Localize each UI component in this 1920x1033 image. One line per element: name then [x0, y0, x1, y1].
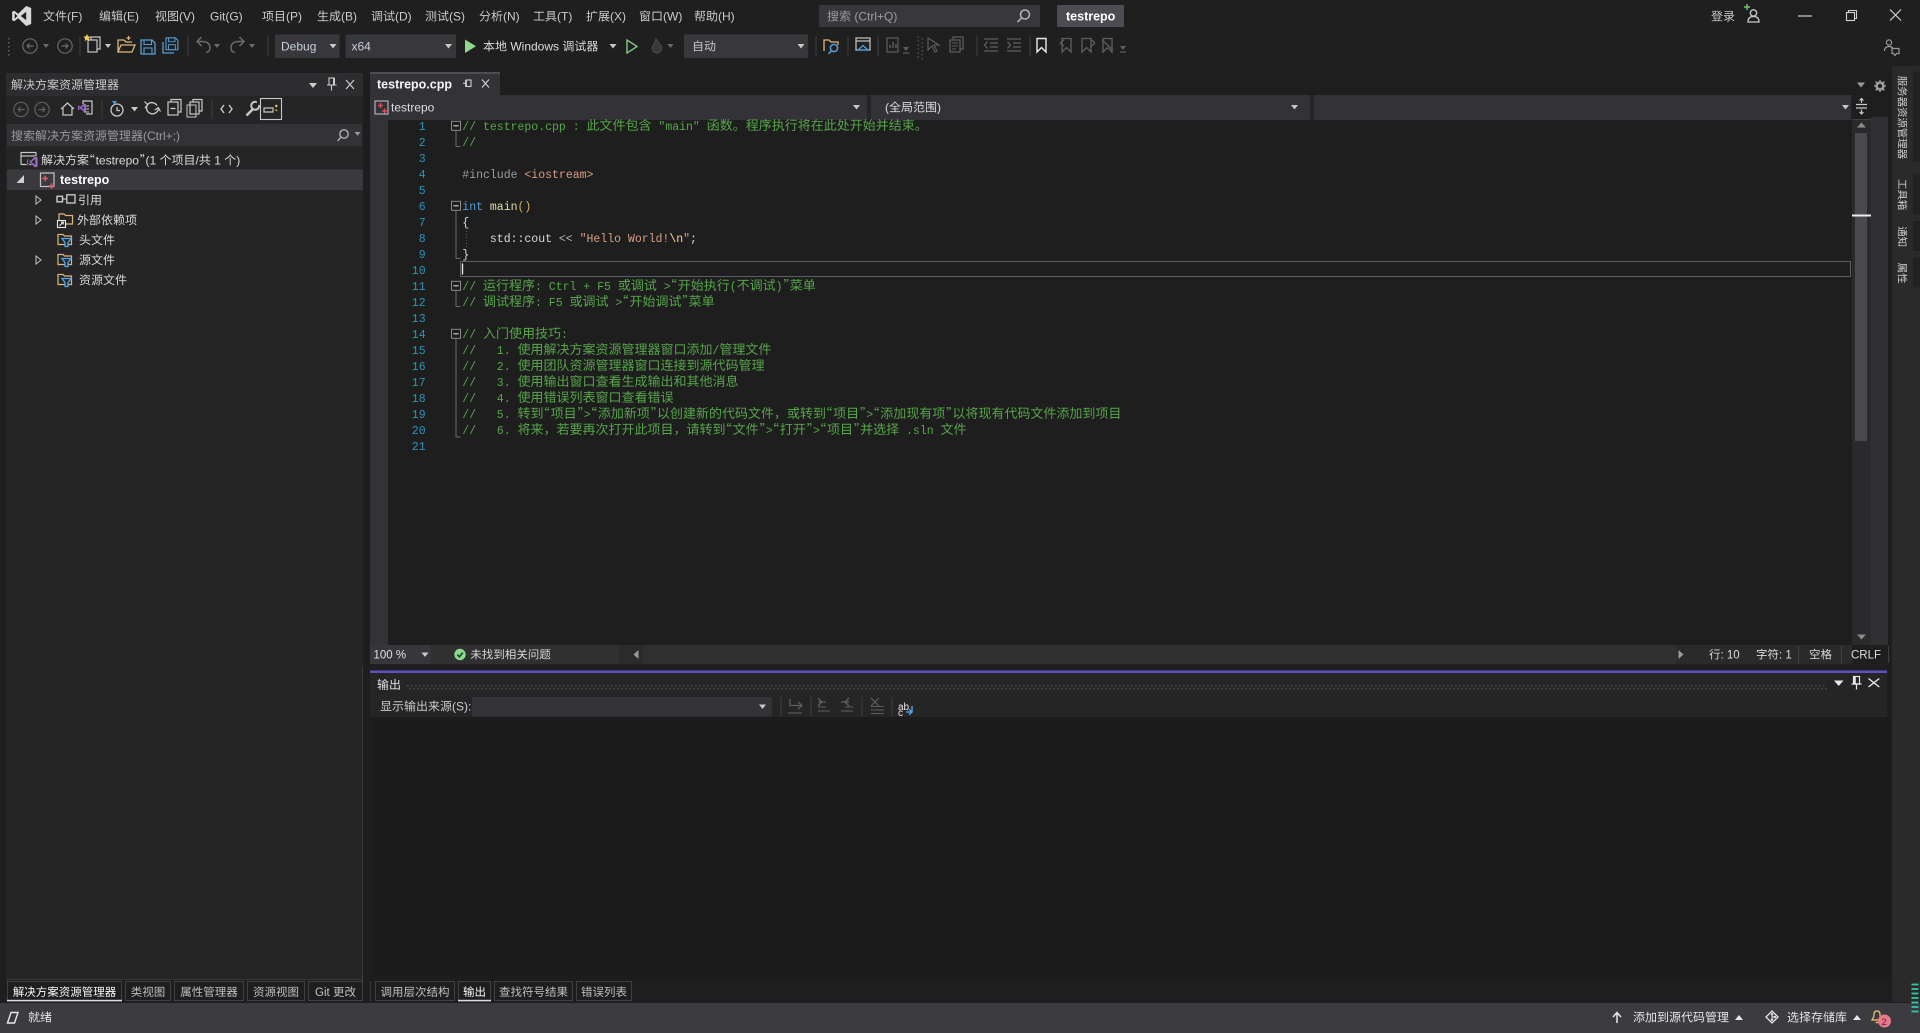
svg-text:19: 19 [412, 409, 426, 422]
svg-text:int: int [462, 201, 483, 214]
svg-text:12: 12 [412, 297, 426, 310]
svg-text:Windows: Windows [507, 40, 562, 54]
svg-text:#include: #include [462, 169, 524, 182]
svg-text:.sln: .sln [899, 425, 940, 438]
svg-text:(H): (H) [718, 10, 735, 24]
svg-text:// 2.: // 2. [462, 361, 517, 374]
svg-text:17: 17 [412, 377, 426, 390]
svg-text:16: 16 [412, 361, 426, 374]
svg-text:(S): (S) [449, 10, 465, 24]
svg-text:: Ctrl + F5: : Ctrl + F5 [535, 281, 618, 294]
svg-text:5: 5 [419, 185, 426, 198]
svg-text:(: ( [730, 281, 737, 294]
svg-text:7: 7 [419, 217, 426, 230]
svg-text:4: 4 [419, 169, 426, 182]
svg-text:(B): (B) [341, 10, 357, 24]
svg-text:15: 15 [412, 345, 426, 358]
svg-text:;: ; [690, 233, 697, 246]
svg-text:11: 11 [412, 281, 426, 294]
svg-text:1: 1 [419, 121, 426, 134]
svg-text:(Ctrl+Q): (Ctrl+Q) [851, 10, 897, 24]
svg-text:<iostream>: <iostream> [524, 169, 593, 182]
svg-text:(D): (D) [395, 10, 412, 24]
svg-text:/: / [713, 345, 720, 358]
svg-text:2: 2 [1882, 1017, 1887, 1028]
svg-text:3: 3 [419, 153, 426, 166]
svg-text:>: > [766, 425, 773, 438]
svg-text:// 1.: // 1. [462, 345, 517, 358]
svg-text:: 10: : 10 [1721, 650, 1740, 662]
svg-text:testrepo: testrepo [1066, 10, 1116, 24]
svg-text:// 4.: // 4. [462, 393, 517, 406]
svg-text:": " [683, 233, 690, 246]
svg-text:(Ctrl+;): (Ctrl+;) [143, 129, 180, 143]
svg-text:): ) [236, 153, 240, 167]
svg-text:"Hello World!: "Hello World! [580, 233, 670, 246]
svg-text:13: 13 [412, 313, 426, 326]
svg-text:std::cout: std::cout [462, 233, 559, 246]
svg-text://: // [462, 297, 483, 310]
svg-text:(S):: (S): [452, 700, 471, 714]
svg-text:): ) [776, 281, 783, 294]
svg-text:(1: (1 [146, 153, 160, 167]
svg-text:(V): (V) [179, 10, 195, 24]
svg-text:(N): (N) [503, 10, 520, 24]
svg-text:(T): (T) [557, 10, 572, 24]
svg-text://: // [462, 329, 483, 342]
svg-text:(): () [518, 201, 532, 214]
svg-text:>: > [657, 281, 671, 294]
svg-text:100 %: 100 % [374, 650, 407, 662]
svg-text:testrepo: testrepo [60, 173, 110, 187]
svg-text:\n: \n [669, 233, 683, 246]
svg-text:(W): (W) [663, 10, 682, 24]
svg-text:// 6.: // 6. [462, 425, 517, 438]
svg-text:: F5: : F5 [535, 297, 570, 310]
svg-text:"main": "main" [652, 121, 707, 134]
svg-text:(P): (P) [286, 10, 302, 24]
svg-text:(E): (E) [123, 10, 139, 24]
svg-text:(: ( [885, 101, 889, 115]
svg-text:14: 14 [412, 329, 426, 342]
svg-text://: // [462, 137, 476, 150]
svg-text:CRLF: CRLF [1851, 650, 1881, 662]
svg-text:9: 9 [419, 249, 426, 262]
svg-text:main: main [490, 201, 518, 214]
svg-text:Git: Git [315, 987, 333, 999]
svg-text:20: 20 [412, 425, 426, 438]
svg-text:testrepo: testrepo [391, 101, 435, 115]
svg-text:>: > [866, 409, 873, 422]
svg-text:testrepo.cpp: testrepo.cpp [377, 78, 452, 92]
svg-text:2: 2 [419, 137, 426, 150]
svg-text:>: > [584, 409, 591, 422]
svg-text:10: 10 [412, 265, 426, 278]
svg-text:x64: x64 [352, 40, 372, 54]
svg-text:<<: << [559, 233, 580, 246]
svg-text:testrepo: testrepo [96, 153, 140, 167]
svg-text://: // [462, 281, 483, 294]
svg-text:1: 1 [211, 153, 224, 167]
svg-text:Git(G): Git(G) [210, 10, 243, 24]
svg-text:21: 21 [412, 441, 426, 454]
svg-text:// 3.: // 3. [462, 377, 517, 390]
svg-text:(F): (F) [67, 10, 82, 24]
svg-text:>: > [813, 425, 820, 438]
svg-text::: : [561, 329, 575, 342]
svg-text:Debug: Debug [281, 40, 316, 54]
svg-text:8: 8 [419, 233, 426, 246]
svg-text:(X): (X) [610, 10, 626, 24]
svg-text:>: > [609, 297, 623, 310]
svg-text:}: } [462, 249, 469, 262]
svg-text:): ) [937, 101, 941, 115]
svg-text:6: 6 [419, 201, 426, 214]
svg-text:{: { [462, 217, 469, 230]
svg-text:: 1: : 1 [1779, 650, 1792, 662]
svg-text:18: 18 [412, 393, 426, 406]
svg-text:// 5.: // 5. [462, 409, 517, 422]
svg-text:// testrepo.cpp :: // testrepo.cpp : [462, 121, 586, 134]
